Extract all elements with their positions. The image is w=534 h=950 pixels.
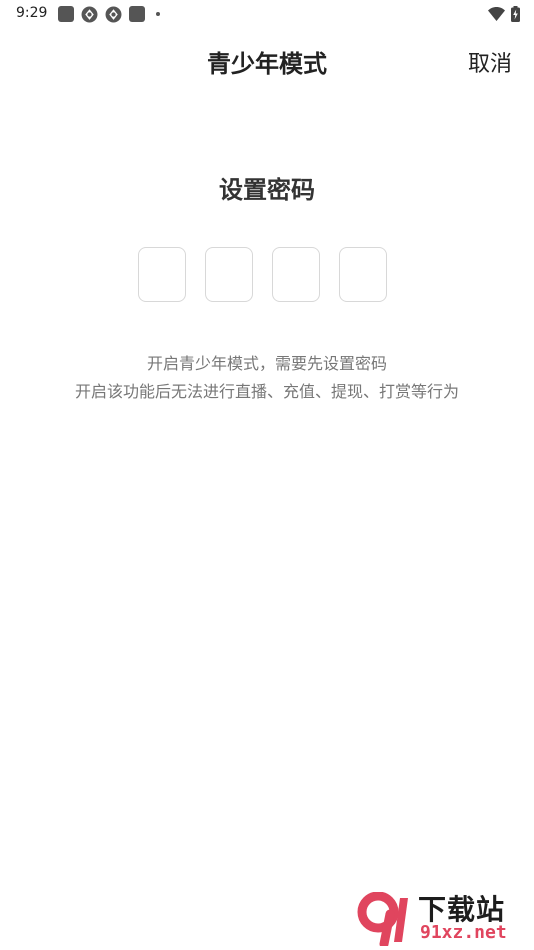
battery-charging-icon — [511, 6, 520, 22]
aperture-icon — [81, 6, 98, 22]
aperture-icon — [105, 6, 122, 22]
hint-text: 开启青少年模式，需要先设置密码 — [146, 354, 387, 373]
set-password-title: 设置密码 — [219, 176, 315, 204]
pin-digit-box[interactable] — [339, 247, 387, 302]
notification-icons — [58, 5, 160, 23]
watermark-logo-icon — [357, 892, 408, 946]
pin-digit-box[interactable] — [205, 247, 253, 302]
pin-input-row — [138, 247, 387, 302]
screen: 9:29 青少年模式 取消 设置密码 开启青少年模式，需要先设置密码 开启该功能… — [0, 0, 534, 950]
page-title: 青少年模式 — [207, 50, 327, 78]
square-icon — [58, 6, 74, 22]
hint-text: 开启该功能后无法进行直播、充值、提现、打赏等行为 — [74, 382, 459, 401]
system-icons — [488, 5, 520, 23]
cancel-button[interactable]: 取消 — [468, 46, 512, 78]
pin-digit-box[interactable] — [272, 247, 320, 302]
wifi-icon — [488, 7, 505, 21]
status-time: 9:29 — [16, 5, 48, 21]
watermark: 下载站 91xz.net — [356, 888, 528, 948]
watermark-domain: 91xz.net — [420, 922, 507, 943]
dot-icon — [156, 12, 160, 16]
status-bar: 9:29 — [0, 0, 534, 28]
pin-digit-box[interactable] — [138, 247, 186, 302]
title-bar: 青少年模式 取消 — [0, 38, 534, 84]
square-icon — [129, 6, 145, 22]
